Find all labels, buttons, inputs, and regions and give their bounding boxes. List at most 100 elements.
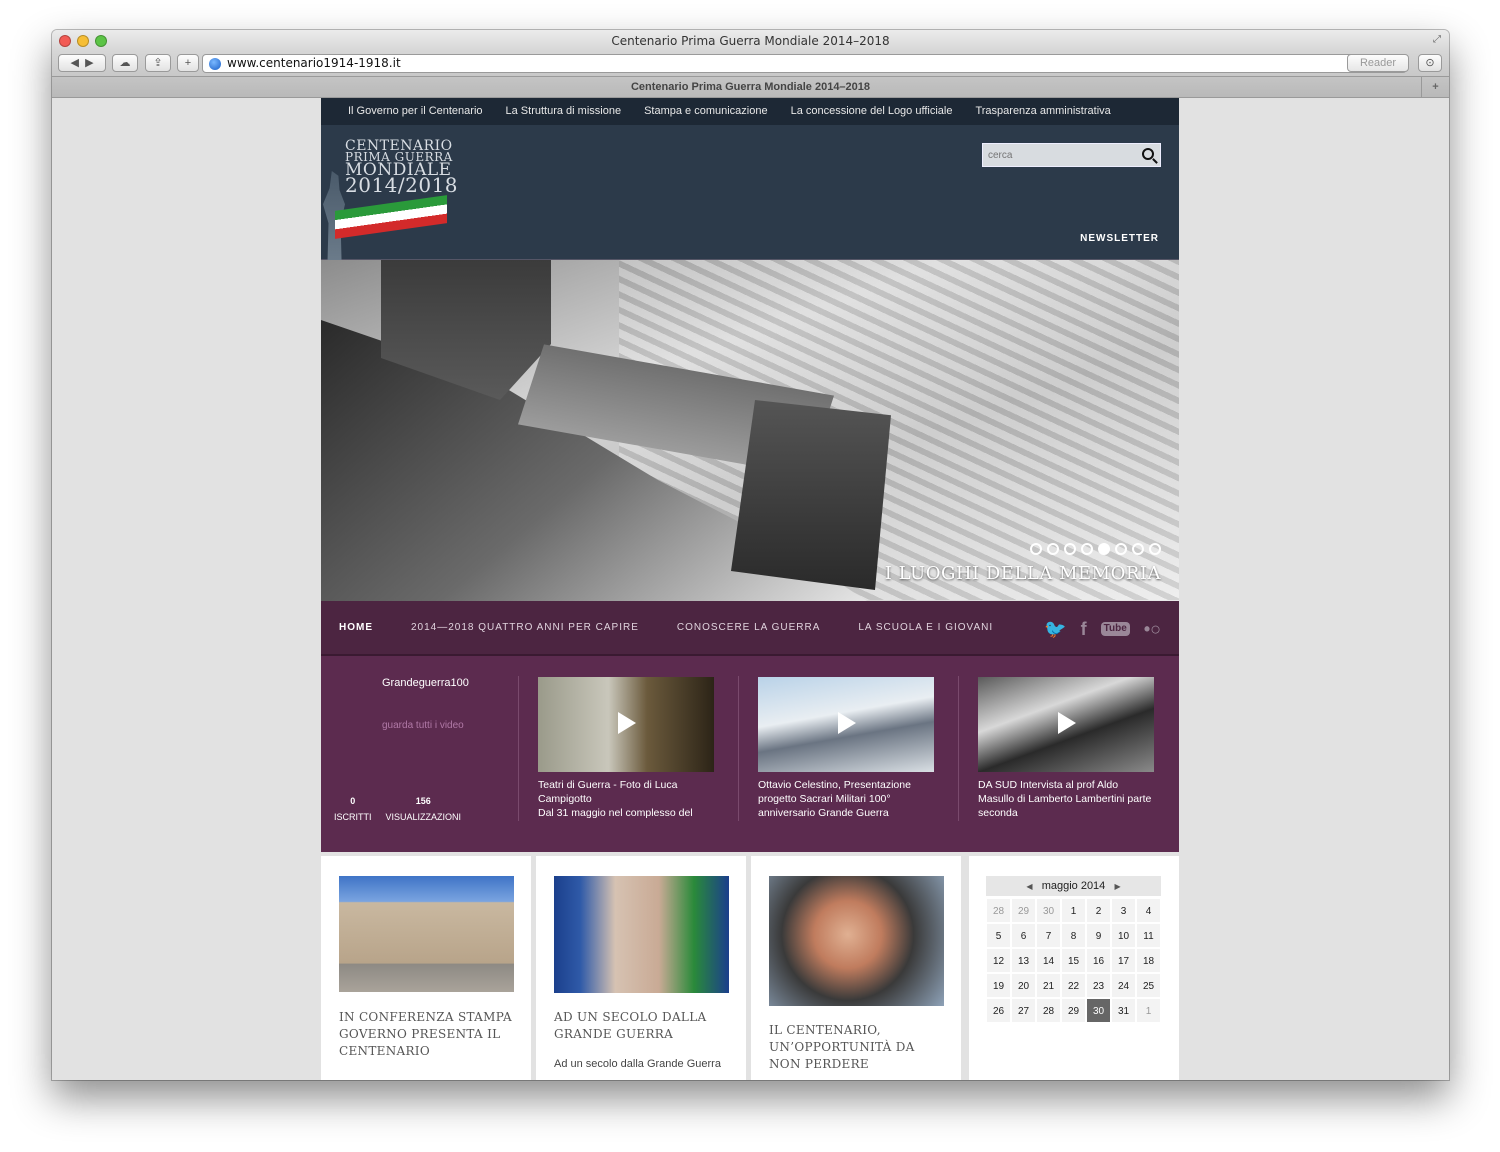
- calendar-day[interactable]: 4: [1136, 898, 1161, 923]
- calendar-day[interactable]: 9: [1086, 923, 1111, 948]
- calendar-day[interactable]: 5: [986, 923, 1011, 948]
- search-icon[interactable]: [1142, 148, 1154, 160]
- calendar-day[interactable]: 8: [1061, 923, 1086, 948]
- close-window-button[interactable]: [59, 35, 71, 47]
- calendar-day[interactable]: 14: [1036, 948, 1061, 973]
- minimize-window-button[interactable]: [77, 35, 89, 47]
- video-item[interactable]: DA SUD Intervista al prof Aldo Masullo d…: [978, 677, 1154, 820]
- calendar-day[interactable]: 28: [1036, 998, 1061, 1023]
- calendar-day[interactable]: 10: [1111, 923, 1136, 948]
- channel-name[interactable]: Grandeguerra100: [382, 677, 469, 689]
- calendar-day[interactable]: 31: [1111, 998, 1136, 1023]
- video-item[interactable]: Teatri di Guerra - Foto di Luca Campigot…: [538, 677, 714, 820]
- slider-dot-active[interactable]: [1098, 543, 1110, 555]
- slider-dot[interactable]: [1149, 543, 1161, 555]
- video-thumbnail[interactable]: [758, 677, 934, 772]
- reader-button[interactable]: Reader: [1347, 54, 1409, 72]
- calendar-day[interactable]: 18: [1136, 948, 1161, 973]
- flickr-icon[interactable]: •○: [1144, 619, 1161, 639]
- news-card[interactable]: IL CENTENARIO, UN’OPPORTUNITÀ DA NON PER…: [751, 856, 961, 1080]
- tab-title[interactable]: Centenario Prima Guerra Mondiale 2014–20…: [631, 81, 870, 93]
- calendar-next-icon[interactable]: ▶: [1114, 882, 1120, 891]
- calendar-day[interactable]: 1: [1061, 898, 1086, 923]
- video-title[interactable]: DA SUD Intervista al prof Aldo Masullo d…: [978, 778, 1154, 820]
- address-bar[interactable]: www.centenario1914-1918.it ↻: [202, 54, 1407, 73]
- video-thumbnail[interactable]: [978, 677, 1154, 772]
- calendar-day[interactable]: 1: [1136, 998, 1161, 1023]
- play-icon[interactable]: [618, 712, 636, 734]
- topnav-logo[interactable]: La concessione del Logo ufficiale: [791, 98, 953, 125]
- play-icon[interactable]: [838, 712, 856, 734]
- news-title[interactable]: AD UN SECOLO DALLA GRANDE GUERRA: [554, 1009, 729, 1043]
- new-tab-button[interactable]: +: [1421, 77, 1449, 97]
- slider-dot[interactable]: [1132, 543, 1144, 555]
- slider-dot[interactable]: [1030, 543, 1042, 555]
- calendar-day[interactable]: 23: [1086, 973, 1111, 998]
- calendar-day[interactable]: 12: [986, 948, 1011, 973]
- calendar-day[interactable]: 2: [1086, 898, 1111, 923]
- hero-caption[interactable]: I LUOGHI DELLA MEMORIA: [885, 563, 1161, 584]
- view-all-videos-link[interactable]: guarda tutti i video: [382, 720, 464, 731]
- back-forward-buttons[interactable]: ◀ ▶: [58, 54, 106, 72]
- calendar-day[interactable]: 24: [1111, 973, 1136, 998]
- calendar-day[interactable]: 27: [1011, 998, 1036, 1023]
- calendar-day[interactable]: 13: [1011, 948, 1036, 973]
- add-bookmark-button[interactable]: +: [177, 54, 199, 72]
- nav-home[interactable]: HOME: [339, 622, 373, 633]
- news-image[interactable]: [554, 876, 729, 993]
- video-item[interactable]: Ottavio Celestino, Presentazione progett…: [758, 677, 934, 820]
- forward-icon[interactable]: ▶: [85, 57, 93, 69]
- calendar-prev-icon[interactable]: ◀: [1026, 882, 1032, 891]
- topnav-trasparenza[interactable]: Trasparenza amministrativa: [975, 98, 1110, 125]
- video-title[interactable]: Ottavio Celestino, Presentazione progett…: [758, 778, 934, 820]
- nav-quattro-anni[interactable]: 2014—2018 QUATTRO ANNI PER CAPIRE: [411, 622, 639, 633]
- site-logo[interactable]: CENTENARIO PRIMA GUERRA MONDIALE 2014/20…: [321, 133, 458, 266]
- nav-conoscere[interactable]: CONOSCERE LA GUERRA: [677, 622, 820, 633]
- nav-scuola[interactable]: LA SCUOLA E I GIOVANI: [858, 622, 993, 633]
- facebook-icon[interactable]: f: [1081, 619, 1087, 639]
- newsletter-link[interactable]: NEWSLETTER: [1080, 233, 1159, 244]
- calendar-day[interactable]: 15: [1061, 948, 1086, 973]
- icloud-tabs-button[interactable]: ☁: [112, 54, 138, 72]
- video-thumbnail[interactable]: [538, 677, 714, 772]
- calendar-day[interactable]: 7: [1036, 923, 1061, 948]
- news-card[interactable]: IN CONFERENZA STAMPA GOVERNO PRESENTA IL…: [321, 856, 531, 1080]
- slider-dot[interactable]: [1115, 543, 1127, 555]
- share-button[interactable]: ⇪: [145, 54, 171, 72]
- calendar-day[interactable]: 29: [1011, 898, 1036, 923]
- calendar-day[interactable]: 17: [1111, 948, 1136, 973]
- calendar-day[interactable]: 26: [986, 998, 1011, 1023]
- calendar-day[interactable]: 29: [1061, 998, 1086, 1023]
- calendar-day[interactable]: 20: [1011, 973, 1036, 998]
- calendar-day[interactable]: 28: [986, 898, 1011, 923]
- calendar-day[interactable]: 19: [986, 973, 1011, 998]
- news-title[interactable]: IL CENTENARIO, UN’OPPORTUNITÀ DA NON PER…: [769, 1022, 944, 1073]
- calendar-day[interactable]: 25: [1136, 973, 1161, 998]
- calendar-day[interactable]: 21: [1036, 973, 1061, 998]
- calendar-day[interactable]: 22: [1061, 973, 1086, 998]
- calendar-day-today[interactable]: 30: [1086, 998, 1111, 1023]
- play-icon[interactable]: [1058, 712, 1076, 734]
- calendar-day[interactable]: 30: [1036, 898, 1061, 923]
- downloads-button[interactable]: ⊙: [1418, 54, 1442, 72]
- calendar-day[interactable]: 11: [1136, 923, 1161, 948]
- zoom-window-button[interactable]: [95, 35, 107, 47]
- topnav-governo[interactable]: Il Governo per il Centenario: [348, 98, 483, 125]
- news-card[interactable]: AD UN SECOLO DALLA GRANDE GUERRA Ad un s…: [536, 856, 746, 1080]
- calendar-day[interactable]: 6: [1011, 923, 1036, 948]
- slider-dot[interactable]: [1081, 543, 1093, 555]
- topnav-struttura[interactable]: La Struttura di missione: [506, 98, 622, 125]
- calendar-day[interactable]: 16: [1086, 948, 1111, 973]
- slider-dot[interactable]: [1064, 543, 1076, 555]
- video-title[interactable]: Teatri di Guerra - Foto di Luca Campigot…: [538, 778, 714, 820]
- search-input[interactable]: [983, 144, 1133, 166]
- news-image[interactable]: [339, 876, 514, 992]
- news-title[interactable]: IN CONFERENZA STAMPA GOVERNO PRESENTA IL…: [339, 1009, 514, 1060]
- back-icon[interactable]: ◀: [70, 57, 78, 69]
- fullscreen-icon[interactable]: ⤢: [1431, 34, 1443, 46]
- calendar-day[interactable]: 3: [1111, 898, 1136, 923]
- slider-dot[interactable]: [1047, 543, 1059, 555]
- news-image[interactable]: [769, 876, 944, 1006]
- twitter-icon[interactable]: 🐦: [1044, 619, 1066, 639]
- youtube-icon[interactable]: Tube: [1100, 622, 1130, 636]
